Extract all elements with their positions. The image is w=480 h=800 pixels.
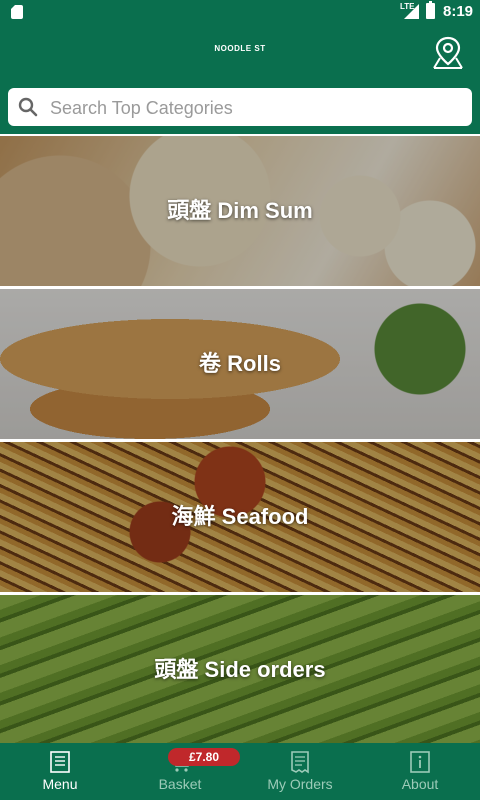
map-pin-icon [433,36,463,69]
category-label: 頭盤 Dim Sum [167,198,313,223]
tab-about[interactable]: About [360,743,480,800]
basket-total-badge: £7.80 [168,748,240,766]
receipt-icon [291,751,309,774]
tab-my-orders[interactable]: My Orders [240,743,360,800]
tab-label: Menu [42,776,78,792]
info-icon [410,751,430,773]
category-seafood[interactable]: 海鮮 Seafood [0,442,480,592]
status-time: 8:19 [443,3,474,20]
category-side-orders[interactable]: 頭盤 Side orders [0,595,480,745]
app-bar: NOODLE ST [0,24,480,80]
status-bar: LTE 8:19 [0,0,480,24]
tab-menu[interactable]: Menu [0,743,120,800]
bottom-navigation: Menu Basket £7.80 My Orders About [0,743,480,800]
category-label: 卷 Rolls [199,351,281,376]
store-locator-button[interactable] [430,34,466,70]
sd-card-icon [11,5,23,19]
tab-label: My Orders [267,776,333,792]
search-bar-container [0,80,480,134]
category-dim-sum[interactable]: 頭盤 Dim Sum [0,136,480,286]
category-label: 海鮮 Seafood [171,504,309,529]
menu-book-icon [50,751,70,773]
tab-label: Basket [158,776,202,792]
app-logo: NOODLE ST [214,44,266,53]
search-input[interactable] [48,88,462,128]
battery-icon [426,1,435,19]
signal-icon [404,4,419,19]
category-rolls[interactable]: 卷 Rolls [0,289,480,439]
tab-label: About [401,776,439,792]
search-icon [18,97,38,117]
category-label: 頭盤 Side orders [154,657,326,682]
search-box[interactable] [8,88,472,128]
